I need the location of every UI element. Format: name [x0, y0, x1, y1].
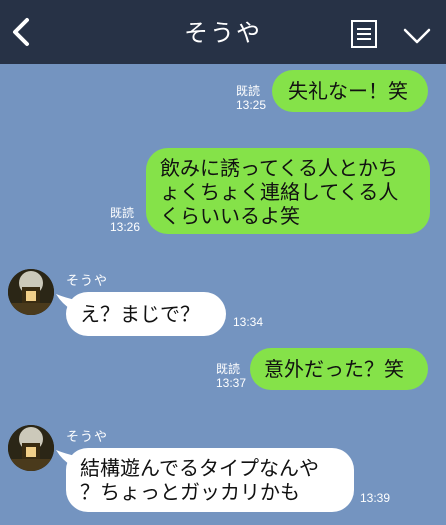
menu-toggle-button[interactable]: [402, 24, 432, 48]
avatar-image: [8, 425, 54, 471]
message-time: 13:26: [110, 220, 141, 234]
message-time: 13:37: [216, 376, 247, 390]
sender-name: そうや: [66, 274, 109, 289]
message-time: 13:25: [236, 98, 267, 112]
message-time: 13:34: [233, 315, 264, 329]
their-message-bubble[interactable]: 結構遊んでるタイプなんや ？ちょっとガッカリかも: [66, 448, 354, 512]
note-list-icon: [351, 20, 377, 48]
read-receipt: 既読: [216, 362, 241, 376]
note-button[interactable]: [350, 19, 378, 49]
my-message-bubble[interactable]: 飲みに誘ってくる人とかち ょくちょく連絡してくる人 くらいいるよ笑: [146, 148, 430, 234]
my-message-bubble[interactable]: 意外だった？笑: [250, 348, 428, 390]
read-receipt: 既読: [110, 206, 135, 220]
their-message-bubble[interactable]: え？まじで？: [66, 292, 226, 336]
sender-name: そうや: [66, 430, 109, 445]
chat-screen: そうや 既読 13:25 失礼なー！笑 既読 13:26 飲みに誘ってくる人とか…: [0, 0, 446, 525]
chevron-down-icon: [403, 28, 431, 44]
chat-title: そうや: [184, 19, 262, 47]
avatar[interactable]: [8, 425, 54, 471]
my-message-bubble[interactable]: 失礼なー！笑: [272, 70, 428, 112]
message-time: 13:39: [360, 491, 391, 505]
chat-header: そうや: [0, 0, 446, 64]
avatar[interactable]: [8, 269, 54, 315]
avatar-image: [8, 269, 54, 315]
read-receipt: 既読: [236, 84, 261, 98]
